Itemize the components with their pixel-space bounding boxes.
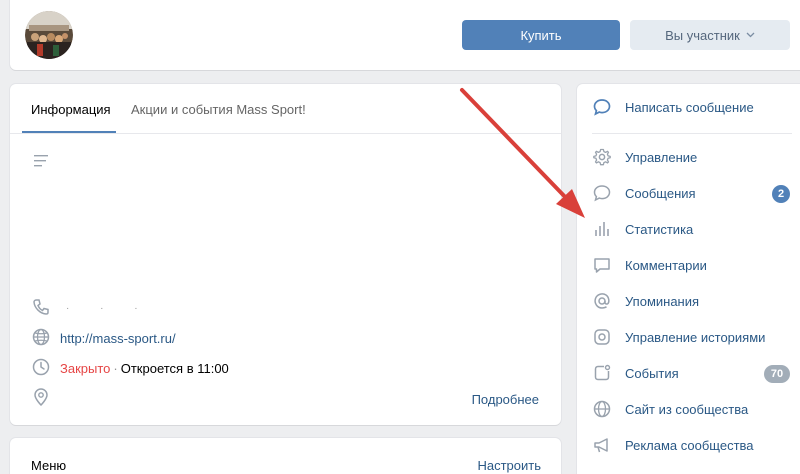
sidebar-item-site[interactable]: Сайт из сообщества bbox=[577, 391, 800, 427]
community-avatar[interactable] bbox=[25, 11, 73, 59]
more-details-link[interactable]: Подробнее bbox=[472, 392, 539, 407]
clock-icon bbox=[32, 358, 50, 376]
sidebar-item-mentions[interactable]: Упоминания bbox=[577, 283, 800, 319]
menu-title: Меню bbox=[31, 458, 67, 473]
bar-chart-icon bbox=[595, 222, 609, 236]
sidebar-item-label: Сайт из сообщества bbox=[625, 402, 749, 417]
buy-button[interactable]: Купить bbox=[462, 20, 620, 50]
status-closed: Закрыто bbox=[60, 361, 111, 376]
sidebar-item-label: Сообщения bbox=[625, 186, 696, 201]
description-icon bbox=[34, 155, 48, 167]
sidebar-divider bbox=[592, 133, 792, 134]
tab-promotions-events[interactable]: Акции и события Mass Sport! bbox=[131, 102, 306, 117]
phone-number: · · · bbox=[66, 303, 152, 314]
sidebar-item-label: Комментарии bbox=[625, 258, 707, 273]
website-link[interactable]: http://mass-sport.ru/ bbox=[60, 331, 176, 346]
info-tabs: Информация Акции и события Mass Sport! bbox=[10, 84, 561, 134]
active-tab-indicator bbox=[22, 131, 116, 133]
sidebar-item-label: Реклама сообщества bbox=[625, 438, 754, 453]
sidebar-item-label: Упоминания bbox=[625, 294, 700, 309]
megaphone-icon bbox=[594, 438, 608, 453]
chat-bubble-icon bbox=[593, 185, 611, 202]
at-icon bbox=[594, 293, 610, 309]
status-opens-at: Откроется в 11:00 bbox=[120, 361, 229, 376]
menu-settings-link[interactable]: Настроить bbox=[477, 458, 541, 473]
message-bubble-icon bbox=[593, 99, 611, 116]
community-header: Купить Вы участник bbox=[10, 0, 800, 70]
opening-hours: Закрыто · Откроется в 11:00 bbox=[60, 361, 229, 376]
events-count-badge: 70 bbox=[764, 365, 790, 383]
sidebar-item-ads[interactable]: Реклама сообщества bbox=[577, 427, 800, 463]
info-panel: Информация Акции и события Mass Sport! ·… bbox=[10, 84, 561, 425]
stories-icon bbox=[594, 329, 610, 345]
location-pin-icon bbox=[34, 388, 48, 406]
status-separator: · bbox=[113, 361, 118, 376]
globe-icon bbox=[593, 400, 611, 418]
sidebar-item-stories[interactable]: Управление историями bbox=[577, 319, 800, 355]
menu-panel: Меню Настроить bbox=[10, 438, 561, 474]
comment-icon bbox=[594, 258, 610, 273]
phone-icon bbox=[33, 299, 49, 315]
membership-label: Вы участник bbox=[665, 27, 740, 43]
sidebar-item-comments[interactable]: Комментарии bbox=[577, 247, 800, 283]
gear-icon bbox=[593, 148, 611, 166]
sidebar-item-events[interactable]: События 70 bbox=[577, 355, 800, 391]
membership-dropdown[interactable]: Вы участник bbox=[630, 20, 790, 50]
globe-icon bbox=[32, 328, 50, 346]
chevron-down-icon bbox=[746, 32, 755, 38]
write-message-label: Написать сообщение bbox=[625, 100, 754, 115]
sidebar-item-label: События bbox=[625, 366, 679, 381]
sidebar-item-label: Управление историями bbox=[625, 330, 766, 345]
events-icon bbox=[594, 364, 611, 381]
tab-information[interactable]: Информация bbox=[31, 102, 111, 117]
sidebar-item-manage[interactable]: Управление bbox=[577, 139, 800, 175]
write-message-button[interactable]: Написать сообщение bbox=[577, 89, 800, 125]
sidebar-item-statistics[interactable]: Статистика bbox=[577, 211, 800, 247]
sidebar-item-label: Управление bbox=[625, 150, 698, 165]
sidebar-item-messages[interactable]: Сообщения 2 bbox=[577, 175, 800, 211]
messages-count-badge: 2 bbox=[772, 185, 790, 203]
sidebar-item-label: Статистика bbox=[625, 222, 694, 237]
admin-sidebar: Написать сообщение Управление Сообщения … bbox=[577, 84, 800, 474]
